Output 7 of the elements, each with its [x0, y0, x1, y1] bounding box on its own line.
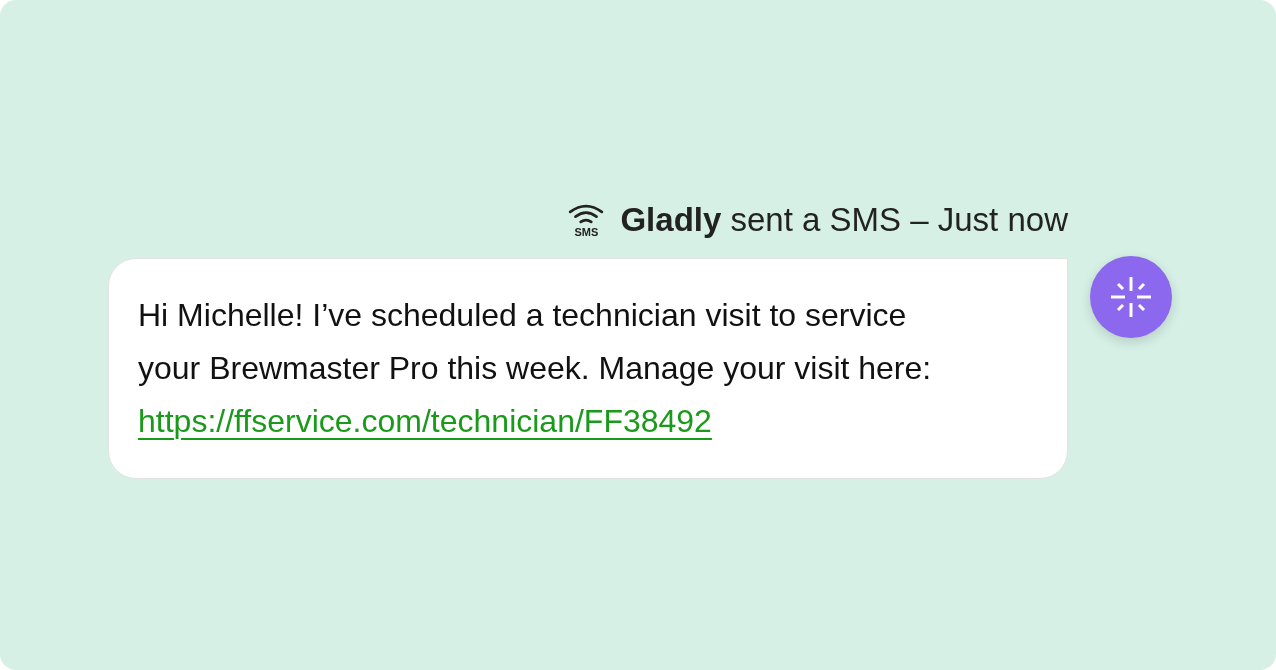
- assistant-button[interactable]: [1090, 256, 1172, 338]
- notification-text: Gladly sent a SMS – Just now: [620, 200, 1068, 240]
- message-text: Hi Michelle! I’ve scheduled a technician visit to service your Brewmaster Pro this week. Manage your visit here: https://ffservice.com/technician/FF38492: [138, 296, 933, 441]
- channel-label: SMS: [574, 225, 599, 238]
- signal-waves-icon: [568, 202, 605, 224]
- message-link[interactable]: https://ffservice.com/technician/FF38492: [138, 403, 712, 439]
- sparkle-icon: [1110, 276, 1152, 318]
